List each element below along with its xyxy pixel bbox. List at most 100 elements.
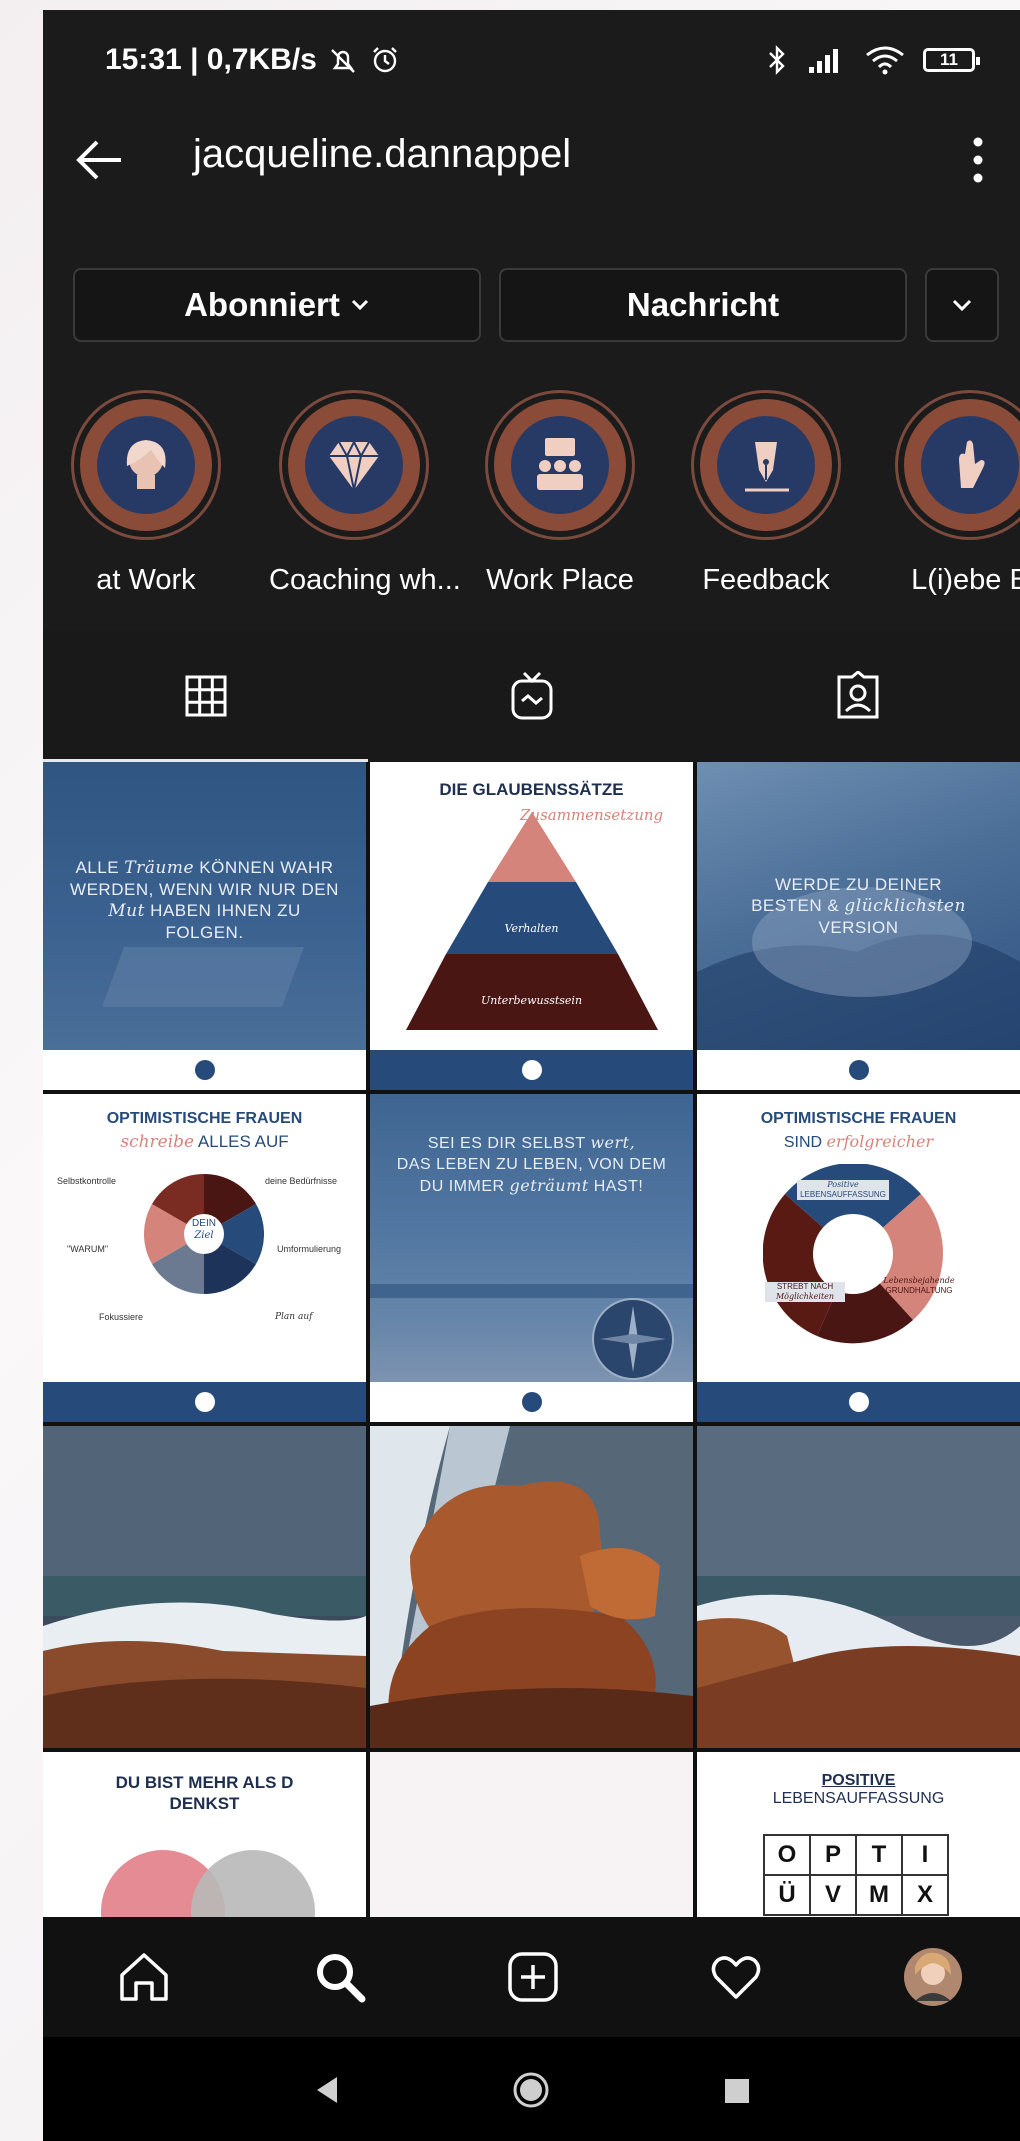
pen-icon — [745, 442, 789, 492]
posts-grid: ALLE Träume KÖNNEN WAHR WERDEN, WENN WIR… — [43, 762, 1020, 1917]
nav-home[interactable] — [109, 1942, 179, 2012]
letter-cell: X — [903, 1876, 949, 1916]
pie-center-label: DEIN — [192, 1218, 216, 1229]
post-title: DENKST — [169, 1794, 240, 1813]
wifi-icon — [866, 46, 904, 75]
pie-label: Plan auf — [275, 1312, 313, 1322]
post-script-word: erfolgreicher — [826, 1132, 934, 1151]
venn-diagram — [101, 1850, 315, 1917]
nav-new-post[interactable] — [498, 1942, 568, 2012]
nav-profile[interactable] — [898, 1942, 968, 2012]
pie-label: Selbstkontrolle — [57, 1176, 117, 1186]
pie-label: Umformulierung — [277, 1244, 342, 1254]
donut-label: Möglichkeiten — [775, 1292, 835, 1301]
nav-search[interactable] — [305, 1942, 375, 2012]
quote-text: DU IMMER — [419, 1178, 505, 1195]
search-icon — [317, 1954, 366, 2003]
post-thumbnail[interactable]: DU BIST MEHR ALS D DENKST — [43, 1752, 366, 1917]
post-thumbnail[interactable]: SEI ES DIR SELBST wert, DAS LEBEN ZU LEB… — [370, 1094, 693, 1422]
phone-screen: 15:31 | 0,7KB/s 11 jacqueline.dannappel … — [43, 10, 1020, 2141]
carousel-indicator — [43, 1382, 366, 1422]
quote-script-word: glücklichsten — [844, 896, 966, 916]
status-time: 15:31 | 0,7KB/s — [105, 43, 317, 76]
seascape-photo — [697, 1426, 1020, 1748]
compass-photo — [592, 1298, 674, 1380]
following-button[interactable]: Abonniert — [73, 268, 481, 342]
highlight-label: Feedback — [702, 564, 830, 596]
chevron-down-icon — [351, 299, 368, 311]
back-arrow-icon[interactable] — [69, 130, 129, 190]
tab-igtv[interactable] — [369, 630, 694, 762]
highlight-at-work[interactable]: at Work — [61, 390, 231, 597]
bottom-navigation — [43, 1917, 1020, 2037]
highlight-label: Work Place — [486, 564, 634, 596]
grid-icon — [185, 675, 226, 717]
suggested-accounts-button[interactable] — [925, 268, 999, 342]
post-thumbnail[interactable] — [370, 1752, 693, 1917]
quote-text: VERSION — [818, 918, 899, 937]
quote-text: SEI ES DIR SELBST — [427, 1135, 586, 1152]
post-title: LEBENSAUFFASSUNG — [772, 1790, 945, 1807]
donut-label: STREBT NACH — [776, 1282, 834, 1291]
highlight-work-place[interactable]: Work Place — [475, 390, 645, 597]
system-navigation-bar — [43, 2037, 1020, 2141]
post-title: ALLES AUF — [197, 1132, 289, 1151]
diamond-icon — [329, 439, 379, 491]
quote-script-word: geträumt — [509, 1176, 589, 1195]
battery-level: 11 — [940, 50, 958, 69]
post-script-word: schreibe — [120, 1132, 195, 1152]
post-thumbnail[interactable] — [43, 1426, 366, 1748]
quote-text: DAS LEBEN ZU LEBEN, VON DEM — [396, 1156, 667, 1173]
carousel-indicator — [43, 1050, 366, 1090]
carousel-indicator — [697, 1382, 1020, 1422]
quote-script-word: Mut — [108, 901, 145, 921]
donut-label: GRUNDHALTUNG — [885, 1286, 953, 1295]
letter-cell: Ü — [765, 1876, 811, 1916]
profile-tabs — [43, 630, 1020, 762]
post-thumbnail[interactable]: DIE GLAUBENSSÄTZE Zusammensetzung Verhal… — [370, 762, 693, 1090]
seascape-photo — [43, 1426, 366, 1748]
post-title: SIND — [783, 1134, 823, 1151]
letter-cell: V — [811, 1876, 857, 1916]
highlight-liebe[interactable]: L(i)ebe B — [885, 390, 1020, 597]
post-thumbnail[interactable]: ALLE Träume KÖNNEN WAHR WERDEN, WENN WIR… — [43, 762, 366, 1090]
pyramid-level-label: Verhalten — [504, 922, 559, 935]
post-thumbnail[interactable] — [697, 1426, 1020, 1748]
quote-script-word: wert, — [590, 1133, 636, 1152]
tab-posts-grid[interactable] — [43, 630, 368, 762]
letter-cell: I — [903, 1836, 949, 1876]
pie-center-label: Ziel — [194, 1230, 214, 1241]
quote-text: BESTEN & — [751, 896, 840, 915]
profile-header: jacqueline.dannappel — [43, 110, 1020, 210]
donut-label: Positive — [827, 1180, 859, 1189]
message-button[interactable]: Nachricht — [499, 268, 907, 342]
post-thumbnail[interactable] — [370, 1426, 693, 1748]
more-options-icon[interactable] — [958, 128, 998, 192]
post-thumbnail[interactable]: OPTIMISTISCHE FRAUEN schreibe ALLES AUF … — [43, 1094, 366, 1422]
profile-actions: Abonniert Nachricht — [73, 268, 999, 342]
highlight-feedback[interactable]: Feedback — [681, 390, 851, 597]
tagged-icon — [837, 671, 878, 719]
post-title: POSITIVE — [821, 1772, 896, 1789]
quote-text: KÖNNEN WAHR — [199, 858, 334, 877]
system-home-icon[interactable] — [511, 2070, 551, 2110]
post-title: DIE GLAUBENSSÄTZE — [439, 780, 624, 799]
pie-label: "WARUM" — [67, 1244, 109, 1254]
pie-label: Fokussiere — [99, 1312, 144, 1322]
pyramid-level-label: Unterbewusstsein — [480, 994, 583, 1007]
post-thumbnail[interactable]: POSITIVE LEBENSAUFFASSUNG O P T I Ü V M … — [697, 1752, 1020, 1917]
post-thumbnail[interactable]: OPTIMISTISCHE FRAUEN SIND erfolgreicher … — [697, 1094, 1020, 1422]
home-icon — [120, 1953, 168, 2001]
battery-icon: 11 — [923, 48, 980, 72]
system-back-icon[interactable] — [313, 2075, 341, 2105]
hand-icon — [959, 440, 985, 488]
nav-activity[interactable] — [701, 1942, 771, 2012]
quote-text: WERDEN, WENN WIR NUR DEN — [70, 880, 339, 899]
post-title: OPTIMISTISCHE FRAUEN — [106, 1110, 303, 1127]
post-thumbnail[interactable]: WERDE ZU DEINER BESTEN & glücklichsten V… — [697, 762, 1020, 1090]
tab-tagged[interactable] — [695, 630, 1020, 762]
highlight-coaching[interactable]: Coaching wh... — [269, 390, 461, 597]
highlight-label: Coaching wh... — [269, 564, 461, 596]
system-recents-icon[interactable] — [723, 2077, 751, 2105]
donut-label: LEBENSAUFFASSUNG — [800, 1190, 886, 1199]
